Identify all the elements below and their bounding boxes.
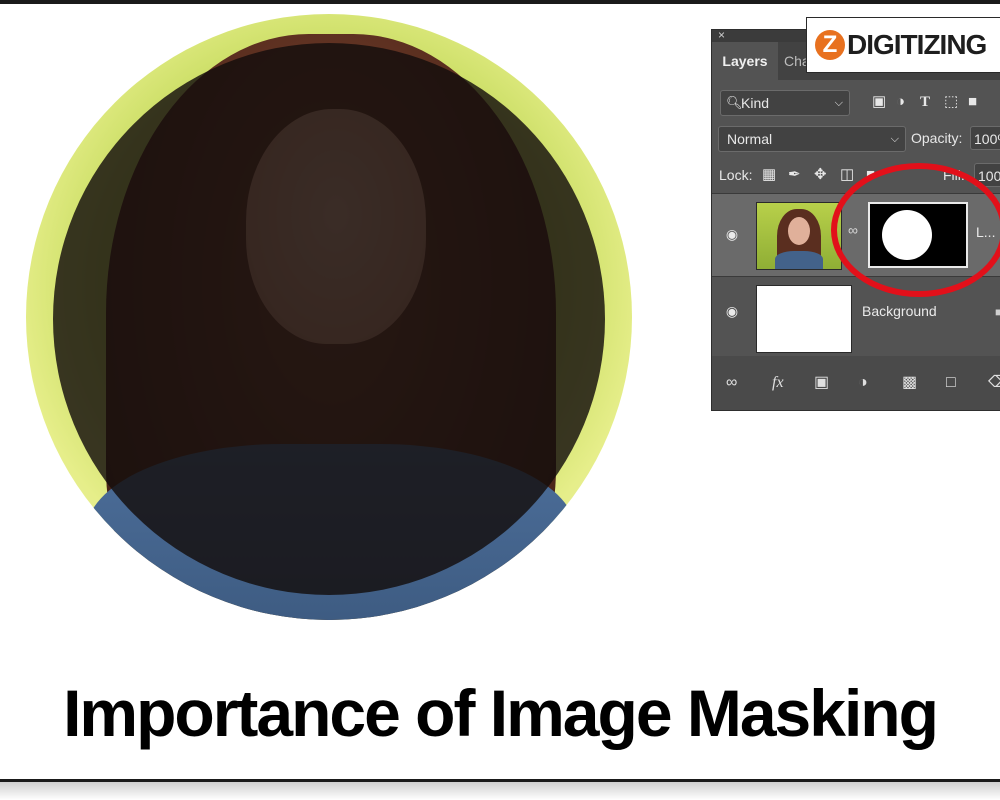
link-layers-icon[interactable]: ∞ bbox=[726, 371, 737, 395]
chevron-down-icon: ⌵ bbox=[890, 133, 899, 145]
top-border bbox=[0, 0, 1000, 4]
adjustment-layer-icon[interactable]: ◑ bbox=[858, 371, 868, 395]
layer-name[interactable]: Background bbox=[862, 303, 937, 319]
close-icon[interactable]: × bbox=[718, 30, 725, 42]
brand-logo: Z DIGITIZING bbox=[806, 17, 1000, 73]
delete-icon[interactable]: ⌫ bbox=[988, 371, 1000, 395]
filter-icon-group: ▣ ◑ T ⬚ ■ bbox=[872, 90, 1000, 114]
tab-channels[interactable]: Channels bbox=[784, 42, 808, 80]
opacity-label: Opacity: bbox=[911, 130, 963, 146]
page-title: Importance of Image Masking bbox=[63, 676, 939, 750]
panel-bottom-toolbar: ∞ fx ▣ ◑ ▩ □ ⌫ bbox=[712, 356, 1000, 410]
lock-transparent-pixels-icon[interactable]: ▦ bbox=[762, 163, 776, 187]
eye-icon[interactable]: ◉ bbox=[722, 301, 742, 321]
lock-artboard-icon[interactable]: ◫ bbox=[840, 163, 854, 187]
layer-thumbnail bbox=[756, 202, 842, 270]
filter-kind-select[interactable]: 🔍︎ Kind ⌵ bbox=[720, 90, 850, 116]
blend-mode-select[interactable]: Normal ⌵ bbox=[718, 126, 906, 152]
blend-mode-value: Normal bbox=[727, 131, 773, 147]
tab-layers[interactable]: Layers bbox=[712, 42, 778, 80]
dark-circle-overlay bbox=[53, 43, 605, 595]
adjustment-filter-icon[interactable]: ◑ bbox=[896, 90, 905, 114]
background-thumbnail bbox=[756, 285, 852, 353]
lock-icon: ■ bbox=[995, 305, 1000, 319]
logo-mark: Z bbox=[815, 30, 845, 60]
bottom-shadow bbox=[0, 782, 1000, 800]
smart-object-filter-icon[interactable]: ■ bbox=[968, 90, 977, 114]
lock-image-pixels-icon[interactable]: ✒ bbox=[788, 163, 801, 187]
eye-icon[interactable]: ◉ bbox=[722, 224, 742, 244]
mask-highlight-ring bbox=[831, 163, 1000, 297]
shape-filter-icon[interactable]: ⬚ bbox=[944, 90, 958, 114]
lock-position-icon[interactable]: ✥ bbox=[814, 163, 827, 187]
type-filter-icon[interactable]: T bbox=[920, 90, 930, 114]
fx-icon[interactable]: fx bbox=[772, 371, 784, 395]
lock-label: Lock: bbox=[719, 167, 753, 183]
opacity-field[interactable]: 100% bbox=[970, 126, 1000, 150]
logo-text: DIGITIZING bbox=[847, 29, 987, 60]
new-layer-icon[interactable]: □ bbox=[946, 371, 956, 395]
chevron-down-icon: ⌵ bbox=[834, 97, 843, 109]
group-folder-icon[interactable]: ▩ bbox=[902, 371, 917, 395]
image-filter-icon[interactable]: ▣ bbox=[872, 90, 886, 114]
masked-portrait-image bbox=[26, 14, 632, 620]
filter-kind-label: Kind bbox=[741, 95, 770, 111]
add-mask-icon[interactable]: ▣ bbox=[814, 371, 829, 395]
